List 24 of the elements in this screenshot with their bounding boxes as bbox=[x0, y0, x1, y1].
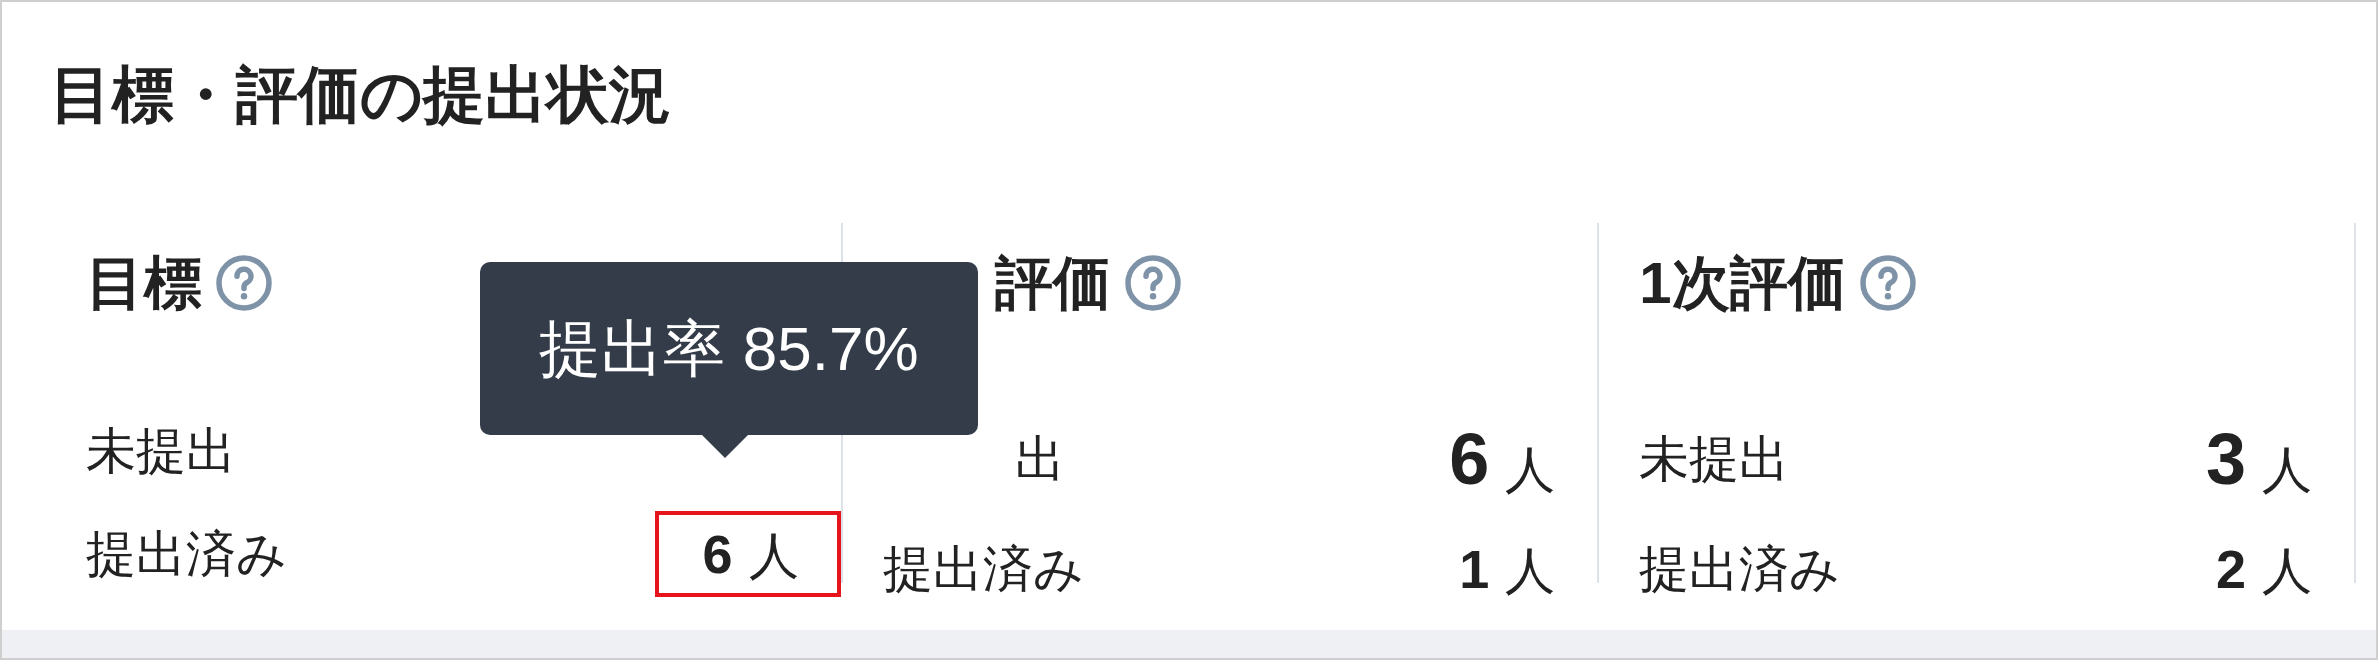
help-icon[interactable] bbox=[1122, 252, 1183, 313]
tooltip-text: 提出率 85.7% bbox=[539, 313, 919, 385]
count-value: 3 bbox=[2205, 423, 2246, 495]
status-label: 未提出 bbox=[1639, 429, 1790, 489]
unit-label: 人 bbox=[2262, 546, 2312, 596]
status-label: 提出済み bbox=[882, 539, 1084, 599]
status-label: 出 bbox=[1014, 429, 1065, 489]
unit-label: 人 bbox=[1505, 546, 1556, 596]
column-title: 目標 bbox=[86, 249, 202, 317]
column-title: 評価 bbox=[994, 249, 1111, 317]
help-icon[interactable] bbox=[214, 252, 274, 313]
count-value: 1 bbox=[1459, 542, 1490, 596]
count-value: 6 bbox=[702, 527, 733, 581]
status-label: 提出済み bbox=[1639, 539, 1841, 599]
unit-label: 人 bbox=[1505, 445, 1556, 495]
status-label: 提出済み bbox=[86, 524, 287, 584]
status-label: 未提出 bbox=[86, 422, 236, 481]
section-title: 目標・評価の提出状況 bbox=[50, 64, 672, 126]
unit-label: 人 bbox=[748, 531, 799, 581]
column-title: 1次評価 bbox=[1639, 249, 1846, 317]
unit-label: 人 bbox=[2262, 445, 2312, 495]
count-value: 2 bbox=[2215, 542, 2246, 596]
help-icon[interactable] bbox=[1857, 252, 1918, 313]
count-value: 6 bbox=[1449, 423, 1490, 495]
